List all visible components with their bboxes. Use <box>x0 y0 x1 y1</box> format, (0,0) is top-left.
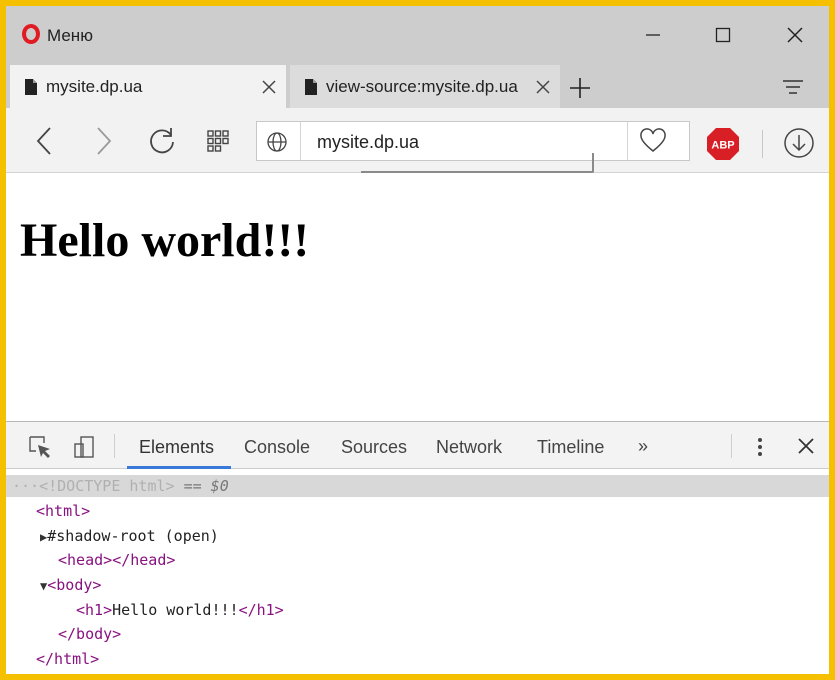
tab-label: mysite.dp.ua <box>46 76 143 96</box>
devtools-close-icon[interactable] <box>796 436 816 456</box>
url-text[interactable]: mysite.dp.ua <box>317 132 419 153</box>
speed-dial-button[interactable] <box>200 123 236 159</box>
doctype-text: <!DOCTYPE html> <box>39 477 175 495</box>
device-toolbar-icon[interactable] <box>72 435 96 459</box>
dom-node-shadow-root[interactable]: ▶#shadow-root (open) <box>40 526 219 547</box>
close-icon <box>262 79 276 94</box>
reload-button[interactable] <box>144 123 180 159</box>
forward-button[interactable] <box>86 123 122 159</box>
minimize-button[interactable] <box>630 18 676 52</box>
tag-text: <html> <box>36 502 91 520</box>
tab-bar: mysite.dp.ua view-source:mysite.dp.ua <box>6 62 829 108</box>
dom-node-doctype[interactable]: ···<!DOCTYPE html> == $0 <box>12 476 229 496</box>
tab-mysite[interactable]: mysite.dp.ua <box>10 65 286 108</box>
tag-text: </head> <box>112 551 176 569</box>
tag-text: </h1> <box>238 601 284 619</box>
minimize-icon <box>646 34 660 36</box>
opera-logo-icon[interactable] <box>22 24 40 44</box>
tab-menu-icon <box>783 80 803 94</box>
devtools-tab-network[interactable]: Network <box>436 437 502 458</box>
tab-close-button[interactable] <box>252 79 286 95</box>
devtools-tab-console[interactable]: Console <box>244 437 310 458</box>
page-content: Hello world!!! <box>6 173 829 421</box>
devtools-tab-timeline[interactable]: Timeline <box>537 437 604 458</box>
address-separator <box>300 122 301 160</box>
h1-text: Hello world!!! <box>112 601 239 619</box>
devtools-panel: Elements Console Sources Network Timelin… <box>6 421 829 674</box>
dom-node-body-close[interactable]: </body> <box>58 624 121 644</box>
page-heading: Hello world!!! <box>20 214 310 267</box>
devtools-toolbar: Elements Console Sources Network Timelin… <box>6 421 829 469</box>
devtools-tab-sources[interactable]: Sources <box>341 437 407 458</box>
address-separator <box>627 122 628 160</box>
forward-arrow-icon <box>97 127 112 155</box>
maximize-button[interactable] <box>700 18 746 52</box>
speed-dial-grid-icon <box>207 130 229 152</box>
more-options-icon[interactable] <box>754 435 766 459</box>
elements-tree: ···<!DOCTYPE html> == $0 <html> ▶#shadow… <box>6 469 829 674</box>
globe-icon[interactable] <box>265 130 289 154</box>
download-icon[interactable] <box>782 126 816 160</box>
screenshot-frame: Меню mysite.dp.ua view-source:mysite.dp.… <box>0 0 835 680</box>
devtools-separator <box>114 434 115 458</box>
devtools-tab-elements[interactable]: Elements <box>139 437 214 458</box>
dom-node-body[interactable]: ▼<body> <box>40 575 101 596</box>
dom-node-h1[interactable]: <h1>Hello world!!!</h1> <box>76 600 284 620</box>
document-icon <box>305 78 317 95</box>
close-icon <box>536 79 550 94</box>
maximize-icon <box>715 27 731 43</box>
tab-close-button[interactable] <box>526 79 560 95</box>
dom-node-html-close[interactable]: </html> <box>36 649 99 669</box>
back-arrow-icon <box>36 127 51 155</box>
menu-button[interactable]: Меню <box>47 26 93 46</box>
dom-node-html[interactable]: <html> <box>36 501 90 521</box>
tag-text: <head> <box>58 551 113 569</box>
node-dots: ··· <box>12 477 40 495</box>
tag-text: </html> <box>36 650 100 668</box>
tab-label: view-source:mysite.dp.ua <box>326 76 518 96</box>
selected-marker: == $0 <box>183 477 229 495</box>
plus-icon <box>570 78 590 98</box>
inspect-element-icon[interactable] <box>28 435 52 459</box>
document-icon <box>25 78 37 95</box>
shadow-root-text: #shadow-root (open) <box>47 527 219 545</box>
devtools-separator <box>731 434 732 458</box>
new-tab-button[interactable] <box>566 74 594 102</box>
tab-view-source[interactable]: view-source:mysite.dp.ua <box>290 65 560 108</box>
toolbar-separator <box>762 130 763 158</box>
adblock-plus-icon[interactable]: ABP <box>706 127 740 161</box>
tag-text: <h1> <box>76 601 113 619</box>
back-button[interactable] <box>26 123 62 159</box>
title-bar: Меню <box>6 6 829 62</box>
tag-text: </body> <box>58 625 122 643</box>
more-tabs-button[interactable]: » <box>638 436 648 457</box>
close-window-button[interactable] <box>772 18 818 52</box>
address-dropdown-edge <box>361 153 594 173</box>
reload-icon <box>150 128 174 154</box>
heart-bookmark-icon[interactable] <box>639 128 667 154</box>
abp-label: ABP <box>711 140 734 152</box>
close-icon <box>787 27 803 43</box>
tag-text: <body> <box>47 576 102 594</box>
dom-node-head[interactable]: <head></head> <box>58 550 175 570</box>
tab-menu-button[interactable] <box>778 72 808 102</box>
